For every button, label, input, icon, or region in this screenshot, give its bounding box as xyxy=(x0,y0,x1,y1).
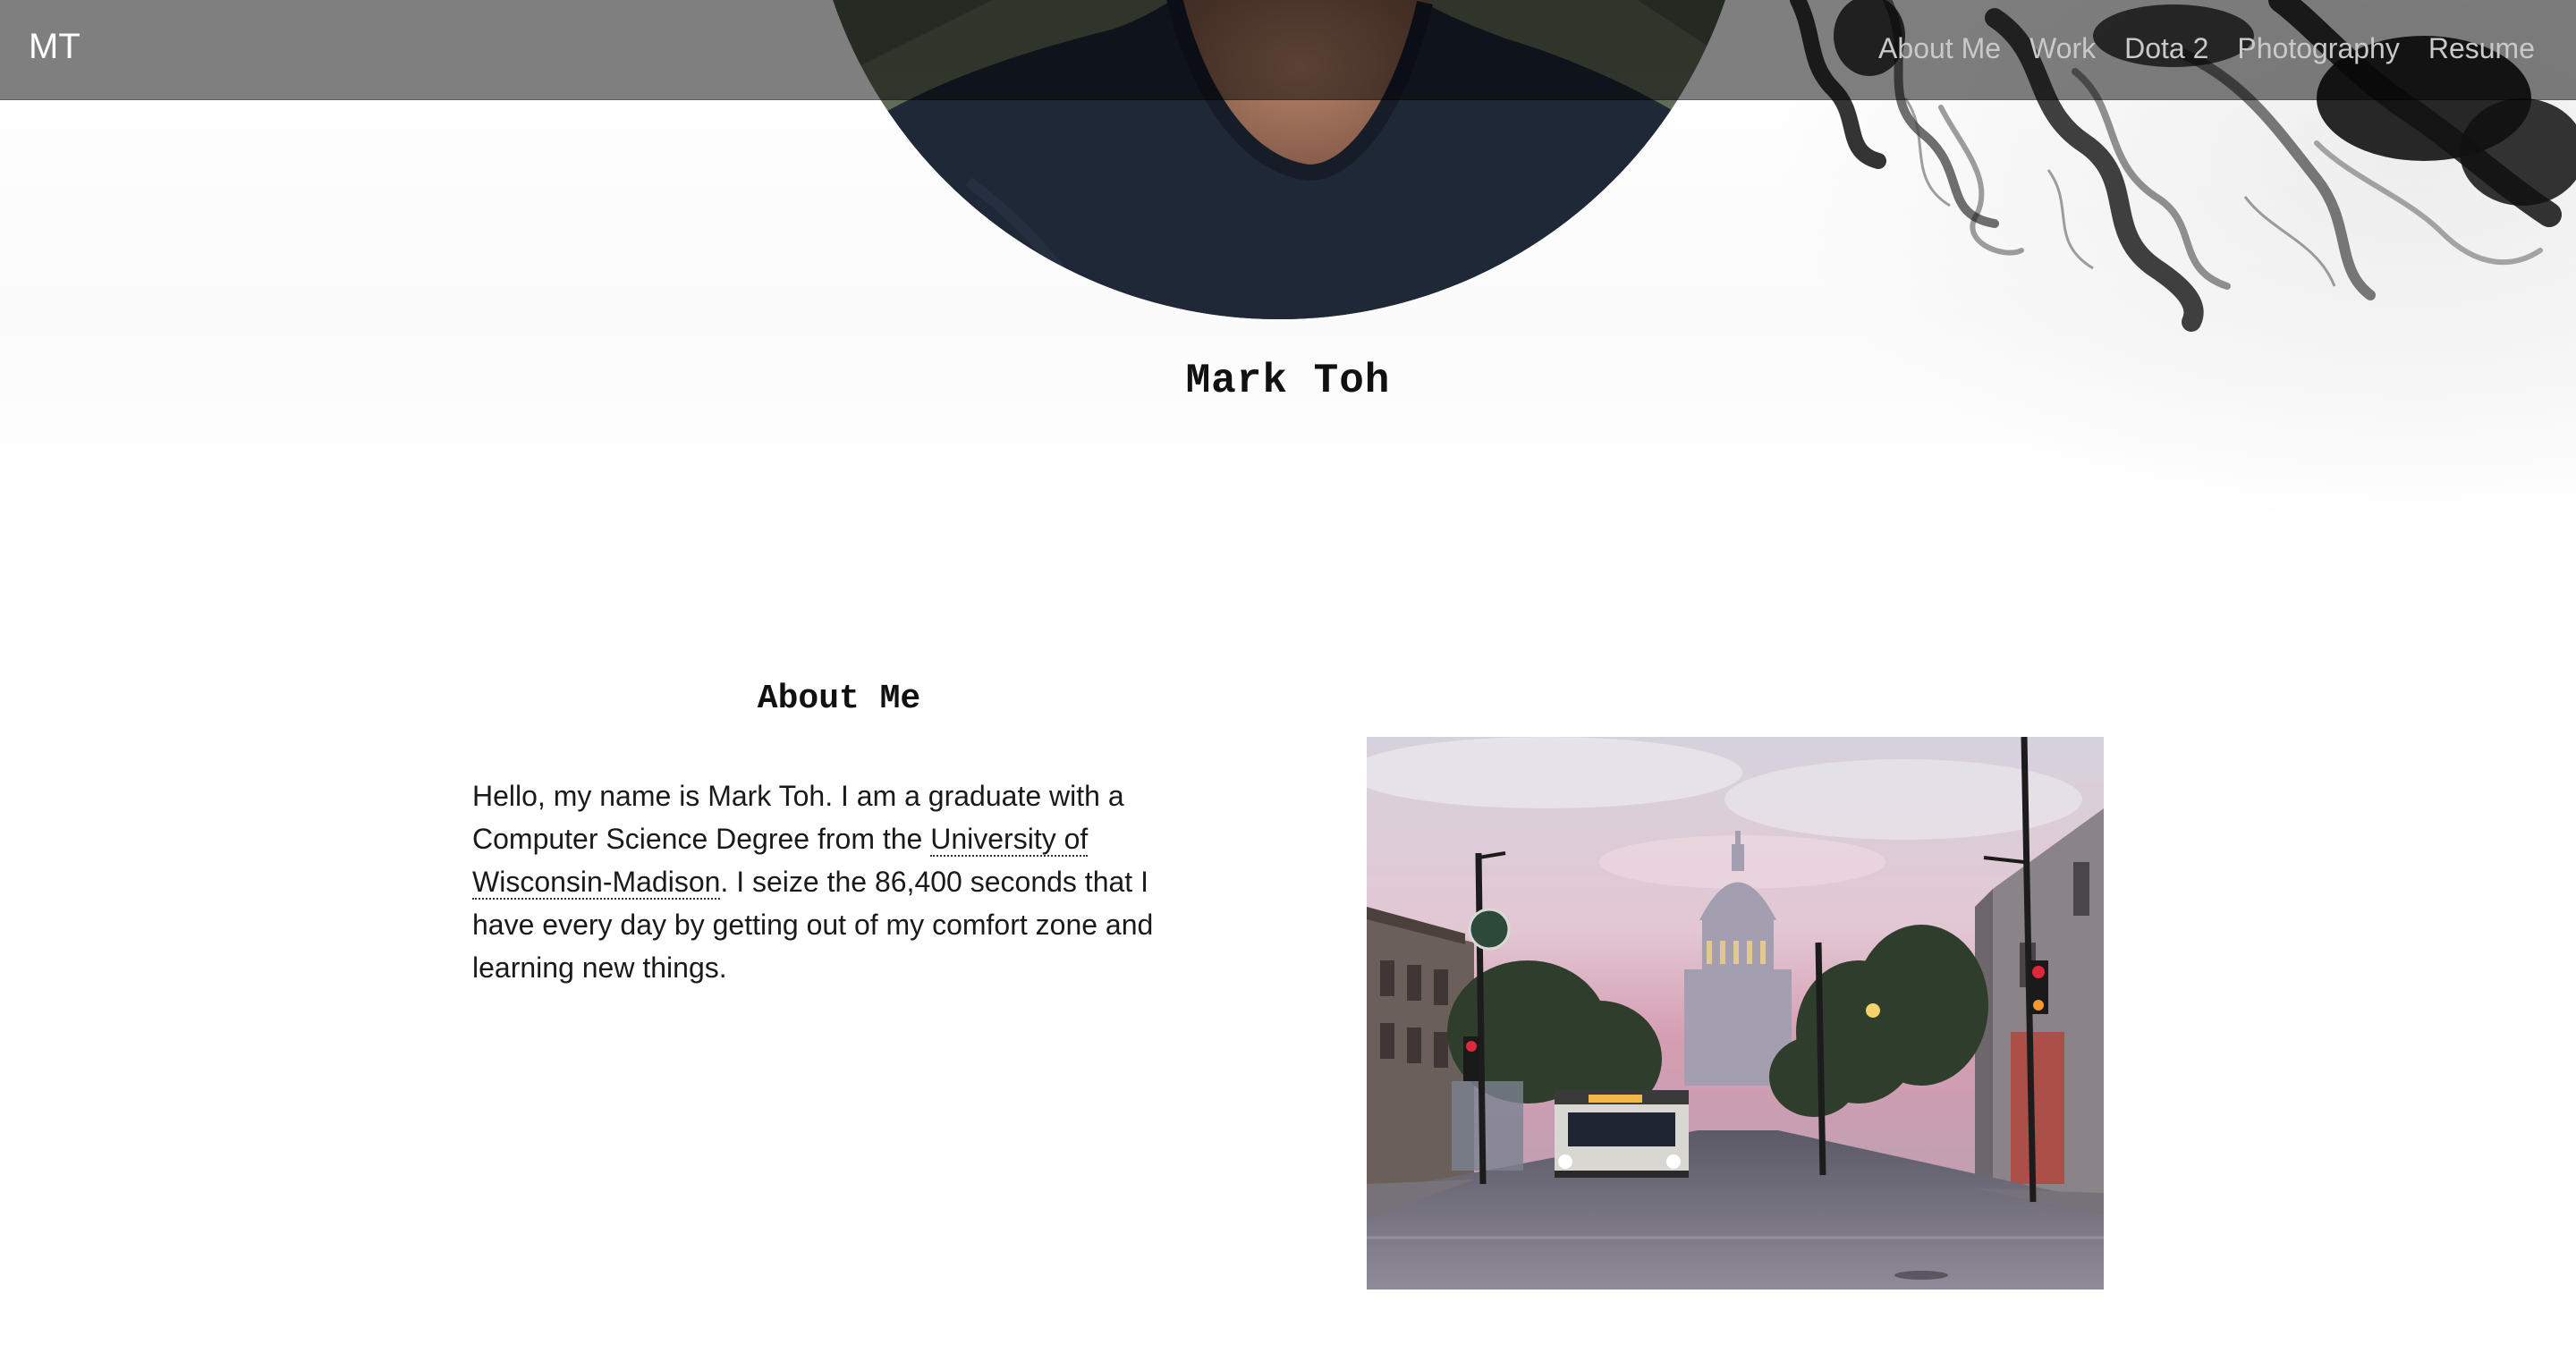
navbar: MT About Me Work Dota 2 Photography Resu… xyxy=(0,0,2576,100)
hero-name: Mark Toh xyxy=(1185,358,1391,404)
nav-link-resume[interactable]: Resume xyxy=(2428,32,2535,65)
nav-link-photography[interactable]: Photography xyxy=(2237,32,2399,65)
about-title: About Me xyxy=(757,680,921,718)
nav-link-about-me[interactable]: About Me xyxy=(1878,32,2001,65)
brand-logo[interactable]: MT xyxy=(29,27,80,67)
nav-link-work[interactable]: Work xyxy=(2029,32,2096,65)
state-street-capitol-photo xyxy=(1367,737,2104,1290)
nav-link-dota-2[interactable]: Dota 2 xyxy=(2124,32,2208,65)
nav-links: About Me Work Dota 2 Photography Resume xyxy=(1878,32,2535,65)
about-paragraph: Hello, my name is Mark Toh. I am a gradu… xyxy=(472,774,1188,989)
